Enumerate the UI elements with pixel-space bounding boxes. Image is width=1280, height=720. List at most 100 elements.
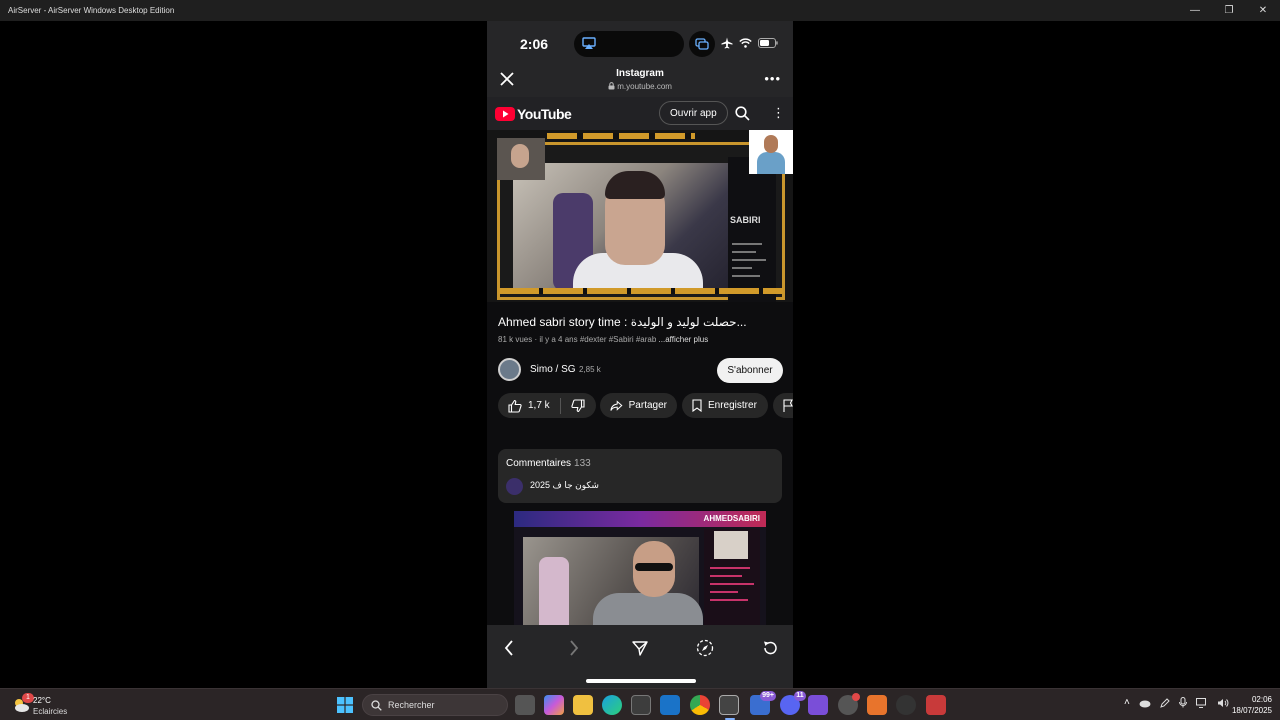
browser-more-button[interactable]: ••• [764,71,781,86]
discord-icon[interactable]: 11 [780,691,806,715]
battery-icon [758,38,778,48]
outlook-icon[interactable] [660,695,680,715]
minimize-button[interactable]: — [1178,0,1212,21]
send-icon [632,641,648,656]
edge-icon[interactable] [602,695,622,715]
channel-row: Simo / SG 2,85 k S'abonner [498,358,788,383]
channel-avatar[interactable] [498,358,521,381]
save-label: Enregistrer [708,400,757,411]
pip-face [764,135,778,153]
pill-divider [559,397,561,414]
share-button[interactable]: Partager [600,393,677,418]
browser-app-name: Instagram [616,68,664,79]
chat-line [710,599,748,601]
notes-app-icon[interactable]: 99+ [750,691,776,715]
youtube-logo-text: YouTube [517,106,572,122]
browser-activity-button[interactable] [692,635,718,661]
reload-button[interactable] [757,635,783,661]
windows-taskbar: 1 22°C Eclaircies Rechercher 99+ 11 ˄ 02… [0,688,1280,720]
weather-widget[interactable]: 1 22°C Eclaircies [12,693,82,717]
overlay-top-strip [547,133,695,139]
microsoft-store-icon[interactable] [631,695,651,715]
file-explorer-icon[interactable] [573,695,593,715]
taskbar-clock[interactable]: 02:06 18/07/2025 [1222,694,1272,716]
airplay-icon [582,37,596,49]
send-button[interactable] [627,635,653,661]
instagram-browser-header: Instagram m.youtube.com ••• [487,61,793,97]
thumbs-up-icon[interactable] [508,399,522,413]
channel-name[interactable]: Simo / SG [530,364,576,375]
close-button[interactable]: ✕ [1246,0,1280,21]
copilot-icon[interactable] [544,695,564,715]
like-count[interactable]: 1,7 k [528,400,550,411]
restore-button[interactable]: ❐ [1212,0,1246,21]
windows-start-icon[interactable] [337,697,353,713]
reload-icon [764,641,777,655]
chat-line [732,259,766,261]
video-stats: 81 k vues · il y a 4 ans #dexter #Sabiri… [498,335,708,344]
window-title: AirServer - AirServer Windows Desktop Ed… [8,6,175,15]
screen-mirroring-icon [689,31,715,57]
network-icon[interactable] [1195,697,1208,708]
chevron-up-icon[interactable]: ˄ [1124,697,1130,708]
discord-badge: 11 [794,691,806,701]
chat-line [710,591,738,593]
channel-subscribers: 2,85 k [579,365,601,374]
youtube-logo[interactable]: YouTube [495,106,572,122]
flag-icon [783,399,793,412]
mini-face [511,144,529,168]
comments-count: 133 [574,458,591,469]
report-button[interactable] [773,393,793,418]
comments-panel[interactable]: Commentaires 133 شكون جا ف 2025 [498,449,782,503]
gamepad-icon[interactable] [808,695,828,715]
search-icon[interactable] [735,106,750,121]
taskbar-search[interactable]: Rechercher [362,694,508,716]
clock-time: 02:06 [1251,695,1272,704]
thumbs-down-icon[interactable] [571,398,585,413]
steam-alert-dot [852,693,860,701]
action-bar: 1,7 k Partager Enregistrer [498,393,793,419]
app-red-icon[interactable] [926,695,946,715]
title-bar: AirServer - AirServer Windows Desktop Ed… [0,0,1280,21]
weather-temp: 22°C [33,696,51,705]
forward-button[interactable] [561,635,587,661]
task-view-icon[interactable] [515,695,535,715]
next-video-thumbnail[interactable]: AHMEDSABIRI [514,511,766,626]
webcam-feed [513,163,733,293]
youtube-play-icon [495,107,515,121]
phone-status-bar: 2:06 [487,21,793,61]
taskbar-search-placeholder: Rechercher [388,700,435,710]
microphone-icon[interactable] [1178,697,1187,708]
show-more-link[interactable]: ...afficher plus [659,335,709,344]
overlay-badge: SABIRI [730,215,761,225]
mirrored-phone-screen: 2:06 Instagram m.youtube.com ••• YouTube… [487,21,793,688]
status-time: 2:06 [520,36,549,52]
home-indicator[interactable] [586,679,696,683]
obs-icon[interactable] [896,695,916,715]
pen-icon[interactable] [1160,697,1170,708]
chat-line [710,567,750,569]
next-video-sunglasses [635,563,673,571]
open-app-button[interactable]: Ouvrir app [659,101,728,125]
app-a-icon[interactable] [867,695,887,715]
video-player[interactable]: SABIRI [487,130,793,302]
kebab-menu-icon[interactable]: ⋮ [772,105,785,121]
airserver-icon[interactable] [719,695,739,715]
like-dislike-pill: 1,7 k [498,393,596,418]
browser-url-text: m.youtube.com [617,82,672,91]
pip-thumbnail[interactable] [749,130,793,174]
browser-nav-bar [487,625,793,688]
system-status-icons [721,37,778,49]
save-button[interactable]: Enregistrer [682,393,768,418]
chrome-icon[interactable] [690,695,710,715]
video-title[interactable]: Ahmed sabri story time : حصلت لوليد و ال… [498,315,788,329]
search-icon [371,699,382,711]
commenter-avatar [506,478,523,495]
subscribe-button[interactable]: S'abonner [717,358,783,383]
back-button[interactable] [496,635,522,661]
share-label: Partager [628,400,667,411]
steam-icon[interactable] [838,693,860,715]
compass-icon [696,639,714,657]
overlay-bottom-strip [499,288,783,294]
cloud-icon[interactable] [1139,698,1151,708]
